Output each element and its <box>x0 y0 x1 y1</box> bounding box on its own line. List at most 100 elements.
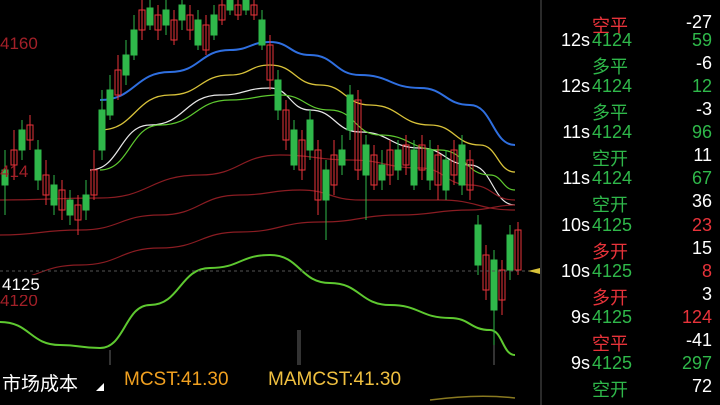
tick-row-main: 9s 4125 124 <box>542 305 720 329</box>
tick-row[interactable]: 10s 4125 8 多开 3 <box>542 259 720 308</box>
tick-time: 9s <box>570 353 590 373</box>
tick-volume: 96 <box>691 122 712 142</box>
tick-volume: 297 <box>681 353 712 373</box>
candles <box>1 0 522 360</box>
tick-row[interactable]: 11s 4124 67 空开 36 <box>542 166 720 215</box>
candle-body <box>226 0 234 11</box>
candle-body <box>242 0 250 11</box>
tick-price: 4125 <box>592 353 633 373</box>
tick-row-detail: 空开 11 <box>542 143 720 169</box>
tick-open-interest-change: -3 <box>695 99 712 119</box>
tick-row-detail: 多平 -3 <box>542 97 720 123</box>
candle-body <box>410 149 418 186</box>
tick-volume: 12 <box>691 76 712 96</box>
tick-row-main: 10s 4125 8 <box>542 259 720 283</box>
candle-body <box>82 194 90 211</box>
tick-row[interactable]: 12s 4124 59 多平 -6 <box>542 28 720 77</box>
tick-time: 11s <box>562 122 590 142</box>
candle-body <box>210 14 218 36</box>
candle-body <box>338 149 346 166</box>
tick-time: 9s <box>570 307 590 327</box>
tick-price: 4125 <box>592 261 633 281</box>
candle-body <box>322 169 330 201</box>
tick-time: 12s <box>560 76 590 96</box>
candle-body <box>506 234 514 271</box>
candle-body <box>426 149 434 181</box>
tick-volume: 23 <box>691 215 712 235</box>
tick-volume: 124 <box>681 307 712 327</box>
tick-open-interest-change: -41 <box>685 330 712 350</box>
tick-price: 4125 <box>592 215 633 235</box>
tick-open-interest-change: 11 <box>693 145 712 165</box>
tick-row-main: 11s 4124 96 <box>542 120 720 144</box>
tick-open-interest-change: 3 <box>701 284 712 304</box>
tick-time: 10s <box>560 261 590 281</box>
tick-row[interactable]: 9s 4125 124 空平 -41 <box>542 305 720 354</box>
tick-time: 12s <box>560 30 590 50</box>
candle-body <box>50 184 58 206</box>
candle-body <box>162 9 170 26</box>
candle-body <box>394 149 402 171</box>
candle-body <box>146 7 154 26</box>
mcst-value: MCST:41.30 <box>124 369 229 390</box>
current-price-marker <box>528 268 540 274</box>
tick-price: 4124 <box>592 122 633 142</box>
tick-open-interest-change: 36 <box>691 191 712 211</box>
tick-row-detail: 多开 15 <box>542 236 720 262</box>
tick-row-main: 10s 4125 23 <box>542 213 720 237</box>
candle-body <box>130 29 138 56</box>
tick-price: 4124 <box>592 76 633 96</box>
indicator-title[interactable]: 市场成本 <box>2 369 78 396</box>
tick-open-interest-change: -6 <box>695 53 712 73</box>
tick-row[interactable]: 11s 4124 96 空开 11 <box>542 120 720 169</box>
tick-open-interest-change: 15 <box>691 238 712 258</box>
tick-volume: 59 <box>691 30 712 50</box>
tick-price: 4125 <box>592 307 633 327</box>
candle-body <box>290 129 298 166</box>
candle-body <box>458 144 466 186</box>
price-label-414: 414 <box>0 162 29 181</box>
tick-row-detail: 空平 -41 <box>542 328 720 354</box>
price-label-4160: 4160 <box>0 34 38 53</box>
indicator-legend[interactable]: 市场成本 MCST:41.30 MAMCST:41.30 <box>0 369 540 395</box>
tick-row[interactable]: 10s 4125 23 多开 15 <box>542 213 720 262</box>
ma-line <box>0 204 516 281</box>
candle-body <box>274 79 282 111</box>
candle-body <box>474 224 482 266</box>
tick-row-main: 11s 4124 67 <box>542 166 720 190</box>
tick-row-detail: 空开 36 <box>542 189 720 215</box>
tick-row-detail: 空开 72 <box>542 374 720 400</box>
candle-body <box>378 164 386 181</box>
tick-open-interest-change: 72 <box>691 376 712 396</box>
candle-body <box>18 129 26 151</box>
candle-body <box>106 89 114 116</box>
candle-body <box>490 259 498 311</box>
tick-list[interactable]: 空平 -27 12s 4124 59 多平 -6 12s 4124 12 多平 -3 11s 4124 96… <box>542 0 720 405</box>
tick-volume: 8 <box>701 261 712 281</box>
candle-body <box>306 119 314 151</box>
candle-body <box>362 144 370 176</box>
tick-row-detail: 多平 -6 <box>542 51 720 77</box>
ma-line <box>0 253 516 356</box>
candlestick-chart[interactable] <box>0 0 540 405</box>
mamcst-value: MAMCST:41.30 <box>268 369 402 390</box>
candle-body <box>122 54 130 76</box>
tick-row[interactable]: 12s 4124 12 多平 -3 <box>542 74 720 123</box>
tick-time: 10s <box>560 215 590 235</box>
candle-body <box>178 4 186 21</box>
candle-body <box>34 149 42 181</box>
indicator-menu-icon[interactable] <box>96 383 104 391</box>
tick-type: 空开 <box>592 380 628 400</box>
candle-body <box>442 159 450 191</box>
cost-line <box>429 395 516 401</box>
tick-row[interactable]: 9s 4125 297 空开 72 <box>542 351 720 400</box>
tick-price: 4124 <box>592 30 633 50</box>
tick-row-detail: 多开 3 <box>542 282 720 308</box>
tick-volume: 67 <box>691 168 712 188</box>
candle-body <box>98 109 106 151</box>
tick-row-main: 12s 4124 12 <box>542 74 720 98</box>
tick-row-main: 9s 4125 297 <box>542 351 720 375</box>
candle-body <box>194 19 202 46</box>
candle-body <box>258 19 266 46</box>
tick-time: 11s <box>562 168 590 188</box>
